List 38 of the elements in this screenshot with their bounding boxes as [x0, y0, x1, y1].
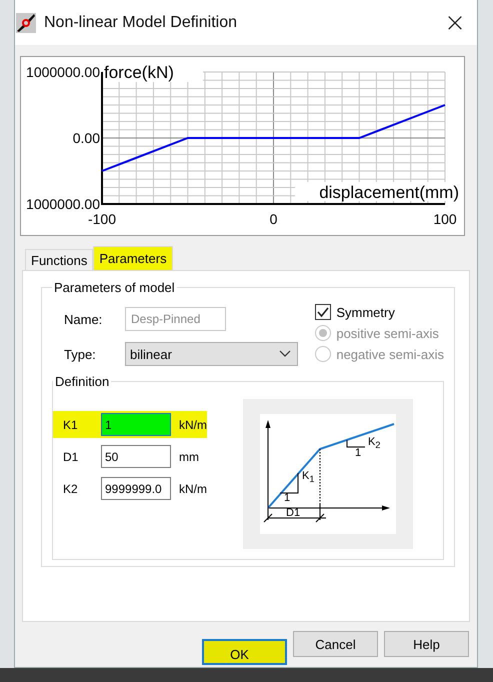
- x-tick-label: 0: [270, 211, 278, 227]
- dialog-button[interactable]: Cancel: [293, 631, 378, 657]
- input-field[interactable]: 9999999.0: [101, 477, 171, 500]
- chevron-icon: [279, 350, 291, 358]
- unit-label: kN/m: [179, 418, 207, 432]
- x-axis-title: displacement(mm): [319, 183, 459, 202]
- tab[interactable]: Functions: [25, 249, 94, 270]
- group-title: Parameters of model: [53, 280, 176, 295]
- y-tick-label: 1000000.00: [26, 64, 100, 80]
- parameter-label: K2: [63, 482, 79, 496]
- window-title: Non-linear Model Definition: [44, 14, 238, 32]
- y-tick-label: 1000000.00: [26, 196, 100, 212]
- unit-label: mm: [179, 450, 199, 464]
- unit-label: kN/m: [179, 482, 207, 496]
- diagram-label: D1: [286, 507, 300, 519]
- symmetry-checkbox[interactable]: Symmetry: [315, 304, 444, 320]
- type-label: Type:: [64, 346, 97, 362]
- dialog-button[interactable]: Help: [384, 631, 469, 657]
- dialog-button[interactable]: OK: [202, 639, 287, 665]
- tab[interactable]: Parameters: [93, 246, 173, 270]
- input-field[interactable]: 50: [101, 445, 171, 468]
- diagram-label: 1: [355, 447, 362, 459]
- name-label: Name:: [64, 312, 104, 326]
- y-axis-title: force(kN): [104, 63, 174, 82]
- diagram-label: K$_{2}$: [368, 436, 380, 452]
- y-tick-label: 0.00: [72, 130, 100, 146]
- close-button[interactable]: ×: [433, 2, 477, 42]
- check-icon: [316, 305, 330, 319]
- app-icon: [16, 12, 36, 32]
- diagram-label: K$_{1}$: [302, 470, 314, 486]
- parameter-label: K1: [63, 418, 79, 432]
- diagram-label: 1: [284, 492, 290, 504]
- x-tick-label: 100: [433, 211, 457, 227]
- parameter-label: D1: [63, 450, 80, 464]
- type-dropdown[interactable]: bilinear: [125, 342, 298, 366]
- input-field[interactable]: 1: [101, 413, 171, 436]
- x-tick-label: -100: [88, 211, 116, 227]
- group-title: Definition: [54, 374, 110, 389]
